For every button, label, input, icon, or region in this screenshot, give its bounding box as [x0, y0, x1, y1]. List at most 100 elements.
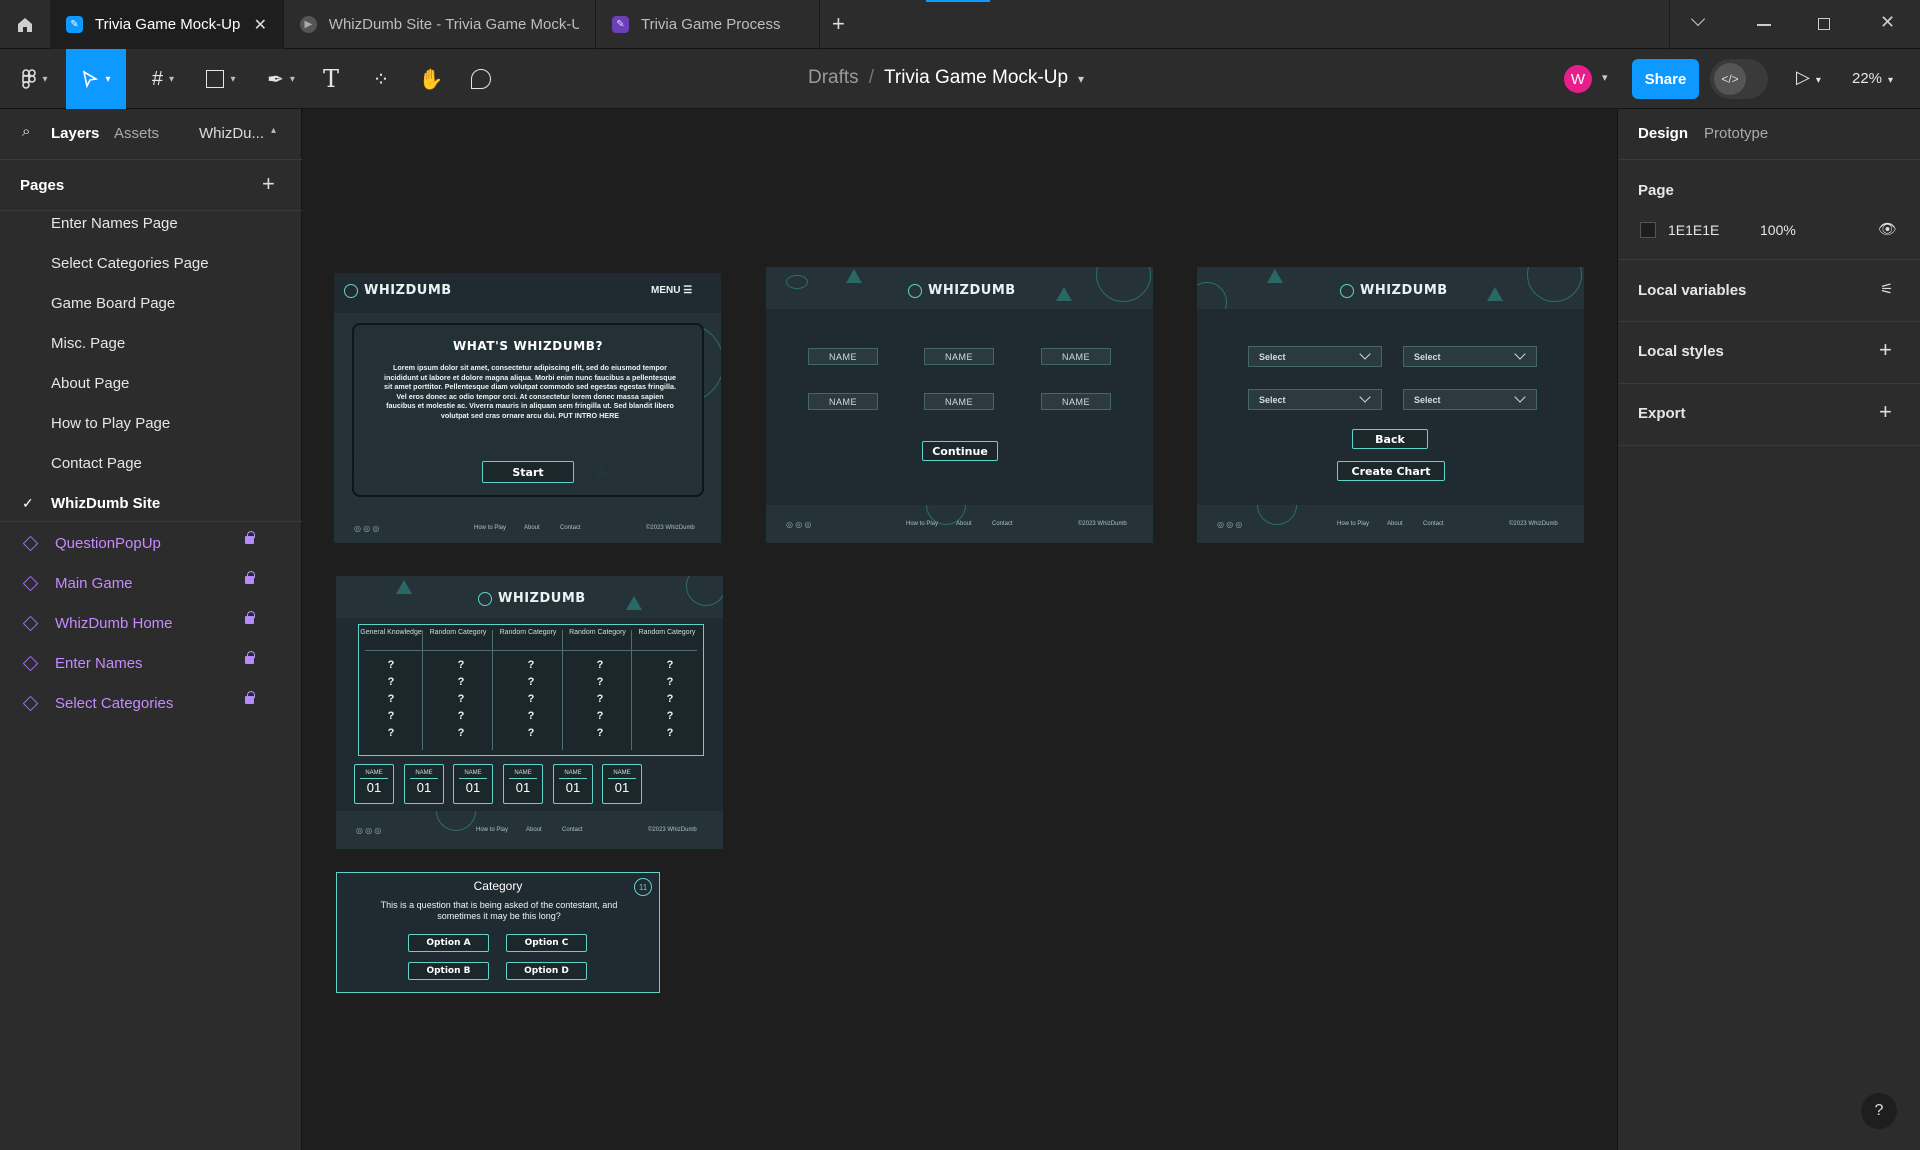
search-icon[interactable]: ⌕ — [22, 123, 30, 140]
question-cell[interactable]: ? — [660, 659, 680, 671]
lock-icon[interactable] — [245, 531, 255, 544]
question-cell[interactable]: ? — [451, 710, 471, 722]
page-item-select-categories[interactable]: Select Categories Page — [51, 255, 209, 272]
chevron-down-icon[interactable]: ▾ — [1602, 71, 1608, 84]
menu-button[interactable]: MENU ☰ — [651, 285, 692, 296]
close-tab-icon[interactable]: ✕ — [254, 15, 267, 35]
add-style-icon[interactable]: + — [1879, 337, 1892, 363]
question-cell[interactable]: ? — [381, 727, 401, 739]
footer-link-about[interactable]: About — [956, 521, 972, 527]
question-cell[interactable]: ? — [521, 693, 541, 705]
name-field[interactable]: NAME — [808, 348, 878, 365]
footer-link-about[interactable]: About — [1387, 521, 1403, 527]
chevron-down-icon[interactable]: ▾ — [1078, 72, 1084, 89]
layer-question-popup[interactable]: QuestionPopUp — [20, 531, 260, 555]
lock-icon[interactable] — [245, 691, 255, 704]
page-color-value[interactable]: 1E1E1E — [1668, 222, 1719, 238]
lock-icon[interactable] — [245, 651, 255, 664]
shape-tool-button[interactable]: ▾ — [196, 49, 246, 109]
hand-tool-button[interactable]: ✋ — [414, 49, 448, 109]
minimize-icon[interactable] — [1757, 24, 1771, 26]
help-button[interactable]: ? — [1861, 1093, 1897, 1129]
local-variables[interactable]: Local variables — [1638, 282, 1746, 299]
page-item-enter-names[interactable]: Enter Names Page — [51, 215, 178, 232]
question-cell[interactable]: ? — [660, 693, 680, 705]
question-cell[interactable]: ? — [521, 659, 541, 671]
category-select[interactable]: Select — [1248, 346, 1382, 367]
footer-link-how-to-play[interactable]: How to Play — [1337, 521, 1369, 527]
footer-link-about[interactable]: About — [526, 827, 542, 833]
question-cell[interactable]: ? — [660, 710, 680, 722]
resources-button[interactable]: ⁘ — [364, 49, 398, 109]
name-field[interactable]: NAME — [808, 393, 878, 410]
tab-design[interactable]: Design — [1638, 125, 1688, 142]
file-name[interactable]: Trivia Game Mock-Up — [884, 67, 1068, 89]
continue-button[interactable]: Continue — [922, 441, 998, 461]
frame-tool-button[interactable]: # ▾ — [138, 49, 188, 109]
create-chart-button[interactable]: Create Chart — [1337, 461, 1445, 481]
restore-icon[interactable] — [1818, 18, 1830, 30]
footer-link-contact[interactable]: Contact — [562, 827, 583, 833]
name-field[interactable]: NAME — [1041, 348, 1111, 365]
text-tool-button[interactable]: T — [314, 49, 348, 109]
main-menu-button[interactable]: ▾ — [10, 49, 60, 109]
tab-assets[interactable]: Assets — [114, 125, 159, 142]
page-item-whizdumb-site[interactable]: WhizDumb Site — [51, 495, 160, 512]
question-cell[interactable]: ? — [660, 727, 680, 739]
tab-trivia-mockup[interactable]: ✎ Trivia Game Mock-Up ✕ — [50, 0, 284, 49]
lock-icon[interactable] — [245, 571, 255, 584]
question-cell[interactable]: ? — [590, 676, 610, 688]
layer-select-categories[interactable]: Select Categories — [20, 691, 260, 715]
lock-icon[interactable] — [245, 611, 255, 624]
footer-link-how-to-play[interactable]: How to Play — [474, 525, 506, 531]
option-d-button[interactable]: Option D — [506, 962, 587, 980]
eye-icon[interactable]: 👁 — [1878, 220, 1897, 238]
category-select[interactable]: Select — [1403, 389, 1537, 410]
start-button[interactable]: Start — [482, 461, 574, 483]
question-cell[interactable]: ? — [521, 710, 541, 722]
category-select[interactable]: Select — [1248, 389, 1382, 410]
home-button[interactable] — [0, 0, 50, 49]
name-field[interactable]: NAME — [1041, 393, 1111, 410]
question-cell[interactable]: ? — [521, 676, 541, 688]
question-cell[interactable]: ? — [451, 693, 471, 705]
export[interactable]: Export — [1638, 405, 1686, 422]
question-cell[interactable]: ? — [381, 676, 401, 688]
question-cell[interactable]: ? — [451, 676, 471, 688]
close-window-icon[interactable]: ✕ — [1880, 12, 1895, 33]
pen-tool-button[interactable]: ✒ ▾ — [256, 49, 306, 109]
page-opacity-value[interactable]: 100% — [1760, 222, 1796, 238]
name-field[interactable]: NAME — [924, 393, 994, 410]
add-export-icon[interactable]: + — [1879, 399, 1892, 425]
local-styles[interactable]: Local styles — [1638, 343, 1724, 360]
frame-question-popup[interactable]: Category 11 This is a question that is b… — [336, 872, 660, 993]
category-select[interactable]: Select — [1403, 346, 1537, 367]
tab-layers[interactable]: Layers — [51, 125, 99, 142]
page-item-game-board[interactable]: Game Board Page — [51, 295, 175, 312]
layer-whizdumb-home[interactable]: WhizDumb Home — [20, 611, 260, 635]
footer-link-how-to-play[interactable]: How to Play — [476, 827, 508, 833]
page-item-contact[interactable]: Contact Page — [51, 455, 142, 472]
frame-main-game[interactable]: WHIZDUMB General Knowledge Random Catego… — [336, 576, 723, 849]
question-cell[interactable]: ? — [660, 676, 680, 688]
tab-whizdumb-site[interactable]: ▶ WhizDumb Site - Trivia Game Mock-U — [284, 0, 596, 49]
tab-prototype[interactable]: Prototype — [1704, 125, 1768, 142]
frame-select-categories[interactable]: WHIZDUMB Select Select Select Select Bac… — [1197, 267, 1584, 543]
question-cell[interactable]: ? — [590, 693, 610, 705]
chevron-up-icon[interactable]: ▴ — [271, 125, 276, 136]
add-page-icon[interactable]: + — [262, 171, 275, 197]
footer-link-contact[interactable]: Contact — [560, 525, 581, 531]
question-cell[interactable]: ? — [590, 710, 610, 722]
chevron-down-icon[interactable] — [1690, 11, 1706, 27]
move-tool-button[interactable]: ▾ — [66, 49, 126, 109]
footer-link-about[interactable]: About — [524, 525, 540, 531]
option-a-button[interactable]: Option A — [408, 934, 489, 952]
comment-tool-button[interactable] — [464, 49, 498, 109]
page-color-swatch[interactable] — [1640, 222, 1656, 238]
footer-link-contact[interactable]: Contact — [992, 521, 1013, 527]
question-cell[interactable]: ? — [451, 727, 471, 739]
page-dropdown[interactable]: WhizDu... — [199, 125, 264, 142]
name-field[interactable]: NAME — [924, 348, 994, 365]
back-button[interactable]: Back — [1352, 429, 1428, 449]
share-button[interactable]: Share — [1632, 59, 1699, 99]
